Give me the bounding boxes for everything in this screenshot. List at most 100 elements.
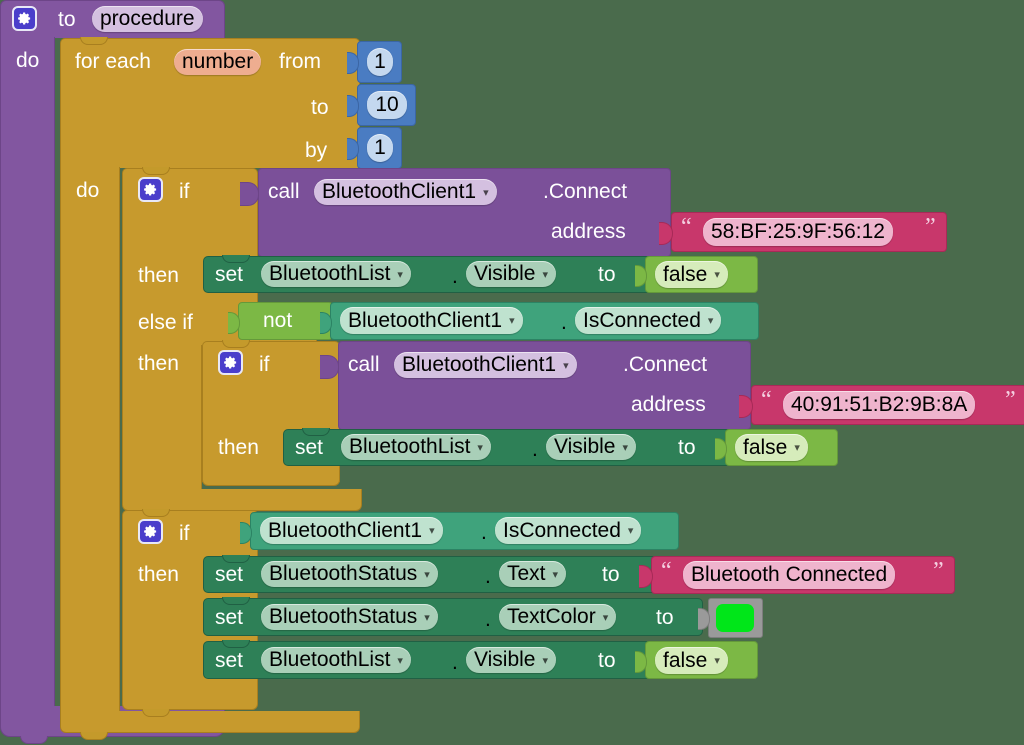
call-label-1: call — [268, 180, 300, 203]
logic-false-field-3[interactable]: false ▾ — [655, 647, 728, 674]
number-field-from[interactable]: 1 — [367, 48, 393, 76]
gear-icon[interactable] — [138, 519, 163, 544]
plug-text-connected — [639, 565, 653, 588]
chevron-down-icon[interactable]: ▾ — [714, 656, 720, 667]
set-to-label-3: to — [598, 649, 616, 672]
plug-color-block — [698, 608, 710, 630]
set-component-field-2[interactable]: BluetoothList ▾ — [341, 434, 491, 460]
for-each-block-body[interactable] — [60, 167, 120, 712]
chevron-down-icon[interactable]: ▾ — [477, 442, 483, 454]
if-status-block-foot[interactable] — [122, 688, 258, 710]
chevron-down-icon[interactable]: ▾ — [424, 612, 430, 624]
gear-icon[interactable] — [138, 177, 163, 202]
number-field-to[interactable]: 10 — [367, 91, 407, 119]
chevron-down-icon[interactable]: ▾ — [708, 316, 714, 327]
set-dot-1: . — [452, 265, 458, 288]
logic-false-field-2[interactable]: false ▾ — [735, 434, 808, 461]
is-connected-property-field-2[interactable]: IsConnected ▾ — [495, 517, 642, 544]
chevron-down-icon[interactable]: ▾ — [714, 270, 720, 281]
is-connected-dot-2: . — [481, 521, 487, 544]
close-quote-1: ” — [925, 214, 936, 240]
if-inner-block-foot[interactable] — [202, 464, 340, 486]
plug-false-2 — [715, 438, 727, 460]
set-status-color-top-notch — [222, 597, 250, 605]
gear-icon[interactable] — [218, 350, 243, 375]
text-value-connected: Bluetooth Connected — [691, 563, 888, 586]
plug-text-mac-1 — [659, 222, 673, 245]
is-connected-dot-1: . — [561, 311, 567, 334]
set-component-field-1[interactable]: BluetoothList ▾ — [261, 261, 411, 287]
chevron-down-icon[interactable]: ▾ — [622, 442, 628, 454]
number-value-by: 1 — [374, 136, 386, 159]
chevron-down-icon[interactable]: ▾ — [603, 612, 609, 624]
plug-false-3 — [635, 651, 647, 673]
is-connected-property-field-1[interactable]: IsConnected ▾ — [575, 307, 722, 334]
chevron-down-icon[interactable]: ▾ — [397, 655, 403, 667]
not-label: not — [263, 309, 293, 332]
text-value-mac-2: 40:91:51:B2:9B:8A — [791, 393, 968, 416]
chevron-down-icon[interactable]: ▾ — [628, 526, 634, 537]
color-swatch[interactable] — [716, 604, 754, 632]
if-outer-then-label: then — [138, 264, 179, 287]
for-each-variable-field[interactable]: number — [174, 49, 262, 75]
set-status-text-property-text: Text — [507, 562, 546, 585]
chevron-down-icon[interactable]: ▾ — [542, 655, 548, 667]
procedure-name-field[interactable]: procedure — [92, 6, 203, 32]
chevron-down-icon[interactable]: ▾ — [563, 360, 569, 372]
logic-false-text-1: false — [663, 262, 708, 286]
set-property-text-1: Visible — [474, 262, 536, 285]
chevron-down-icon[interactable]: ▾ — [509, 316, 515, 327]
set-property-field-2[interactable]: Visible ▾ — [546, 434, 637, 460]
plug-is-connected-2 — [240, 522, 252, 544]
if-status-top-notch — [142, 509, 170, 517]
for-each-block-foot[interactable] — [60, 711, 360, 733]
text-field-mac-2[interactable]: 40:91:51:B2:9B:8A — [783, 391, 976, 419]
logic-false-text-3: false — [663, 648, 708, 672]
text-field-mac-1[interactable]: 58:BF:25:9F:56:12 — [703, 218, 893, 246]
is-connected-component-field-1[interactable]: BluetoothClient1 ▾ — [340, 307, 523, 334]
set-property-field-3[interactable]: Visible ▾ — [466, 647, 557, 673]
number-value-from: 1 — [374, 50, 386, 73]
set-property-text-2: Visible — [554, 435, 616, 458]
if-inner-if-label: if — [259, 353, 270, 376]
plug-text-mac-2 — [739, 395, 753, 418]
set-to-label-1: to — [598, 263, 616, 286]
chevron-down-icon[interactable]: ▾ — [553, 569, 559, 581]
if-inner-top-notch — [222, 340, 250, 348]
call-component-field-2[interactable]: BluetoothClient1 ▾ — [394, 352, 577, 378]
set-status-text-component-field[interactable]: BluetoothStatus ▾ — [261, 561, 438, 587]
set-status-text-dot: . — [485, 565, 491, 588]
chevron-down-icon[interactable]: ▾ — [397, 269, 403, 281]
set-status-color-component-field[interactable]: BluetoothStatus ▾ — [261, 604, 438, 630]
for-each-to-label: to — [311, 96, 329, 119]
gear-icon[interactable] — [12, 6, 37, 31]
set-property-text-3: Visible — [474, 648, 536, 671]
number-value-to: 10 — [375, 93, 399, 116]
set-status-color-property-field[interactable]: TextColor ▾ — [499, 604, 617, 630]
plug-not — [228, 312, 240, 334]
number-field-by[interactable]: 1 — [367, 134, 393, 162]
logic-false-field-1[interactable]: false ▾ — [655, 261, 728, 288]
set-status-text-property-field[interactable]: Text ▾ — [499, 561, 567, 587]
if-outer-block-foot[interactable] — [122, 489, 362, 511]
call-component-text-1: BluetoothClient1 — [322, 180, 477, 203]
chevron-down-icon[interactable]: ▾ — [483, 187, 489, 199]
set-component-text-1: BluetoothList — [269, 262, 391, 285]
set-component-text-3: BluetoothList — [269, 648, 391, 671]
is-connected-component-field-2[interactable]: BluetoothClient1 ▾ — [260, 517, 443, 544]
set-component-field-3[interactable]: BluetoothList ▾ — [261, 647, 411, 673]
set-property-field-1[interactable]: Visible ▾ — [466, 261, 557, 287]
chevron-down-icon[interactable]: ▾ — [424, 569, 430, 581]
set-status-color-component-text: BluetoothStatus — [269, 605, 418, 628]
chevron-down-icon[interactable]: ▾ — [794, 443, 800, 454]
text-field-connected[interactable]: Bluetooth Connected — [683, 561, 896, 589]
call-component-field-1[interactable]: BluetoothClient1 ▾ — [314, 179, 497, 205]
for-each-from-label: from — [279, 50, 321, 73]
blocks-canvas[interactable]: to procedure do for each number from to … — [0, 0, 1024, 745]
chevron-down-icon[interactable]: ▾ — [542, 269, 548, 281]
chevron-down-icon[interactable]: ▾ — [429, 526, 435, 537]
plug-call-connect-2 — [320, 355, 339, 379]
is-connected-component-text-2: BluetoothClient1 — [268, 518, 423, 542]
procedure-block-body[interactable] — [0, 37, 55, 737]
set-visible-top-notch-2 — [302, 428, 330, 436]
